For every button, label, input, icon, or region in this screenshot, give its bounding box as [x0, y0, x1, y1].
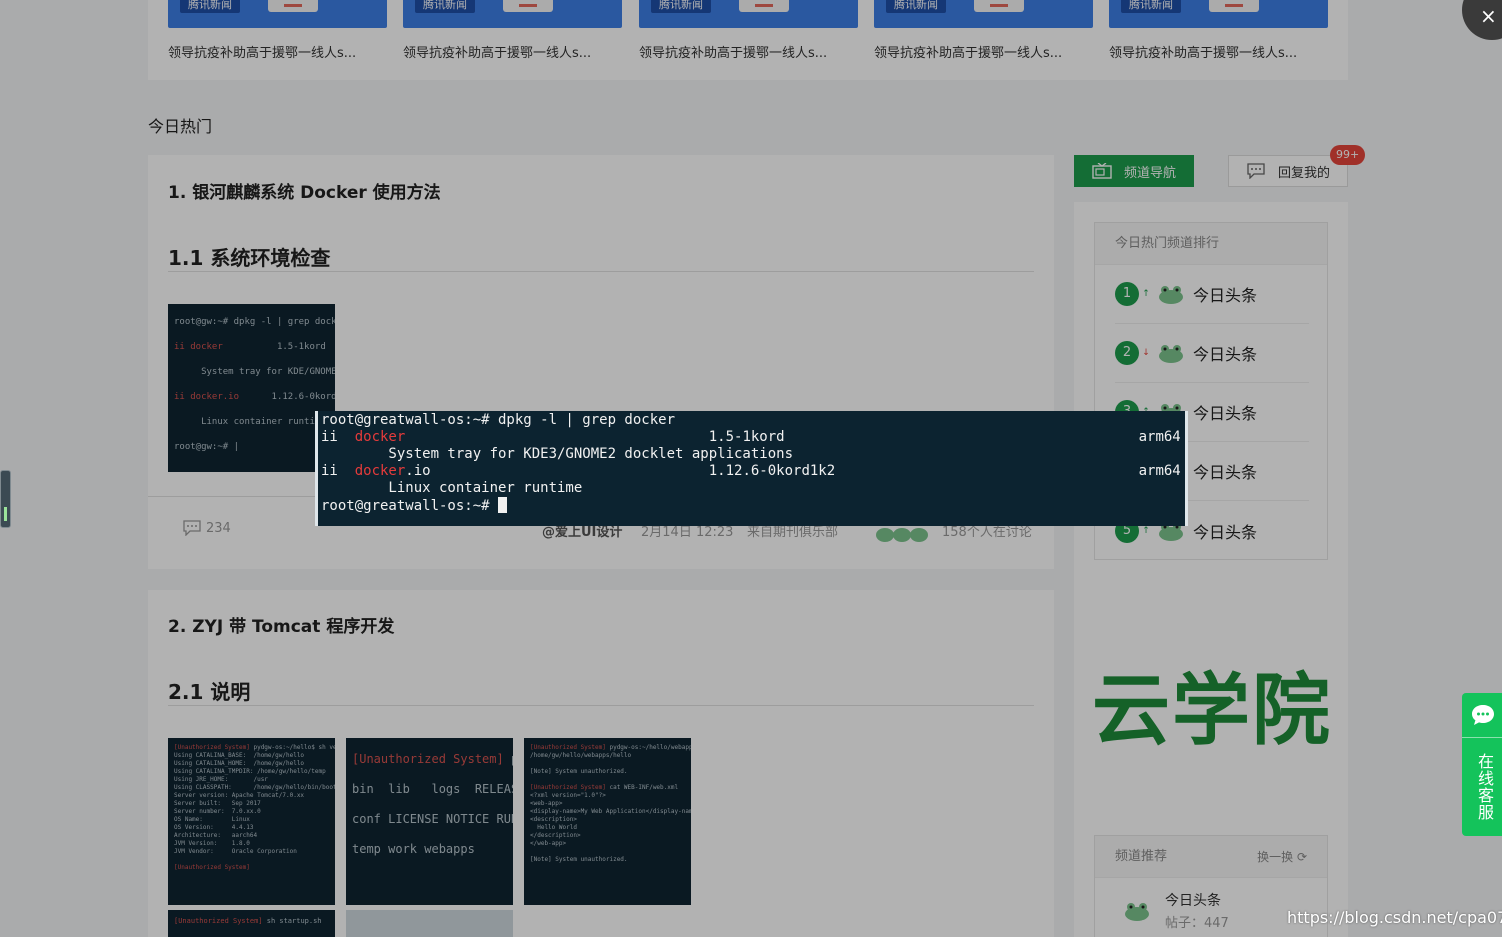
terminal-package-info: .io 1.12.6-0kord1k2 arm64 [405, 463, 1181, 479]
chat-bubble-icon [1472, 705, 1494, 725]
terminal-row-prefix: ii [321, 463, 355, 479]
watermark-url: https://blog.csdn.net/cpa0701 [1287, 908, 1502, 927]
terminal-cursor [498, 497, 508, 513]
online-service-button[interactable]: 在线客服 [1462, 693, 1502, 836]
terminal-row-prefix: ii [321, 429, 355, 445]
terminal-package-desc: Linux container runtime [321, 480, 583, 496]
online-service-label: 在线客服 [1475, 753, 1494, 821]
close-icon[interactable]: × [1480, 4, 1497, 28]
terminal-package-name: docker [354, 429, 406, 445]
terminal-package-desc: System tray for KDE3/GNOME2 docklet appl… [321, 446, 794, 462]
side-drag-handle[interactable] [0, 470, 11, 528]
terminal-package-info: 1.5-1kord arm64 [405, 429, 1181, 445]
divider [1462, 737, 1502, 738]
terminal-package-name: docker [354, 463, 406, 479]
terminal-command-line: root@greatwall-os:~# dpkg -l | grep dock… [321, 412, 676, 428]
image-preview-terminal: root@greatwall-os:~# dpkg -l | grep dock… [315, 411, 1188, 526]
handle-indicator [4, 507, 7, 521]
terminal-prompt: root@greatwall-os:~# [321, 498, 499, 514]
